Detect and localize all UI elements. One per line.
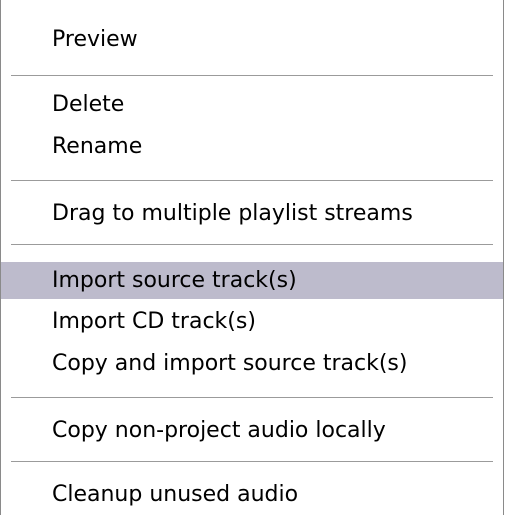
context-menu: Preview Delete Rename Drag to multiple p…	[0, 0, 504, 515]
menu-separator	[11, 75, 493, 76]
menu-item-rename[interactable]: Rename	[1, 128, 503, 165]
menu-item-copy-and-import-source-tracks[interactable]: Copy and import source track(s)	[1, 345, 503, 382]
menu-item-preview[interactable]: Preview	[1, 21, 503, 58]
menu-item-drag-to-multiple-playlist-streams[interactable]: Drag to multiple playlist streams	[1, 195, 503, 232]
menu-item-cleanup-unused-audio[interactable]: Cleanup unused audio	[1, 476, 503, 513]
menu-item-import-cd-tracks[interactable]: Import CD track(s)	[1, 303, 503, 340]
menu-separator	[11, 180, 493, 181]
menu-separator	[11, 244, 493, 245]
menu-item-copy-non-project-audio-locally[interactable]: Copy non-project audio locally	[1, 412, 503, 449]
menu-separator	[11, 397, 493, 398]
menu-item-delete[interactable]: Delete	[1, 86, 503, 123]
menu-separator	[11, 461, 493, 462]
menu-item-import-source-tracks[interactable]: Import source track(s)	[1, 262, 503, 299]
